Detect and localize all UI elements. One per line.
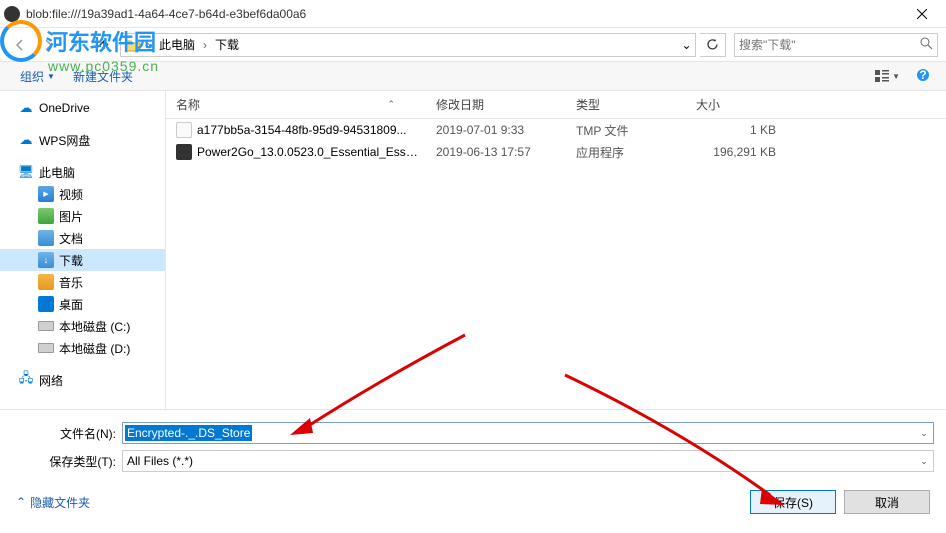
sidebar-network[interactable]: 🖧网络 — [0, 369, 165, 391]
sidebar-pictures[interactable]: 图片 — [0, 205, 165, 227]
organize-button[interactable]: 组织▼ — [12, 64, 63, 89]
cloud-icon: ☁ — [18, 100, 34, 116]
file-date: 2019-07-01 9:33 — [426, 123, 566, 137]
music-icon — [38, 274, 54, 290]
pc-icon: 🖥 — [18, 164, 34, 180]
sidebar-downloads[interactable]: 下载 — [0, 249, 165, 271]
nav-forward-button[interactable] — [36, 33, 60, 57]
video-icon — [38, 186, 54, 202]
disk-icon — [38, 318, 54, 334]
sidebar-onedrive[interactable]: ☁OneDrive — [0, 97, 165, 119]
download-icon — [38, 252, 54, 268]
file-size: 1 KB — [686, 123, 786, 137]
help-button[interactable]: ? — [912, 64, 934, 89]
file-type: 应用程序 — [566, 144, 686, 161]
file-date: 2019-06-13 17:57 — [426, 145, 566, 159]
filetype-value: All Files (*.*) — [123, 454, 197, 468]
breadcrumb[interactable]: › 此电脑 › 下载 ⌄ — [120, 33, 696, 57]
search-input[interactable] — [739, 38, 920, 52]
hide-folders-toggle[interactable]: ⌃ 隐藏文件夹 — [16, 494, 90, 511]
filename-combo[interactable]: Encrypted-._.DS_Store ⌄ — [122, 422, 934, 444]
sidebar: ☁OneDrive ☁WPS网盘 🖥此电脑 视频 图片 文档 下载 音乐 桌面 … — [0, 91, 166, 409]
new-folder-button[interactable]: 新建文件夹 — [65, 64, 141, 89]
column-name[interactable]: 名称⌃ — [166, 91, 426, 118]
file-row[interactable]: Power2Go_13.0.0523.0_Essential_Esse... 2… — [166, 141, 946, 163]
view-options-button[interactable]: ▼ — [871, 64, 904, 89]
chevron-right-icon[interactable]: › — [201, 38, 209, 52]
network-icon: 🖧 — [18, 372, 34, 388]
nav-up-button[interactable] — [92, 33, 116, 57]
app-icon — [4, 6, 20, 22]
nav-recent-dropdown[interactable]: ▼ — [64, 33, 88, 57]
document-icon — [38, 230, 54, 246]
file-list-header: 名称⌃ 修改日期 类型 大小 — [166, 91, 946, 119]
filetype-label: 保存类型(T): — [12, 453, 122, 470]
disk-icon — [38, 340, 54, 356]
chevron-right-icon[interactable]: › — [145, 38, 153, 52]
save-button[interactable]: 保存(S) — [750, 490, 836, 514]
desktop-icon — [38, 296, 54, 312]
column-date[interactable]: 修改日期 — [426, 91, 566, 118]
sidebar-desktop[interactable]: 桌面 — [0, 293, 165, 315]
sidebar-music[interactable]: 音乐 — [0, 271, 165, 293]
file-icon — [176, 122, 192, 138]
nav-back-button[interactable] — [8, 33, 32, 57]
crumb-thispc[interactable]: 此电脑 — [153, 34, 201, 56]
breadcrumb-history-dropdown[interactable]: ⌄ — [677, 38, 695, 52]
chevron-down-icon[interactable]: ⌄ — [915, 456, 933, 467]
picture-icon — [38, 208, 54, 224]
file-name: Power2Go_13.0.0523.0_Essential_Esse... — [197, 145, 426, 159]
sidebar-thispc[interactable]: 🖥此电脑 — [0, 161, 165, 183]
folder-icon — [123, 35, 143, 55]
sidebar-disk-c[interactable]: 本地磁盘 (C:) — [0, 315, 165, 337]
filename-input[interactable]: Encrypted-._.DS_Store — [125, 425, 252, 441]
search-icon[interactable] — [920, 37, 933, 53]
cloud-icon: ☁ — [18, 132, 34, 148]
column-size[interactable]: 大小 — [686, 91, 786, 118]
sidebar-videos[interactable]: 视频 — [0, 183, 165, 205]
cancel-button[interactable]: 取消 — [844, 490, 930, 514]
chevron-up-icon: ⌃ — [16, 495, 26, 509]
refresh-button[interactable] — [700, 33, 726, 57]
sidebar-disk-d[interactable]: 本地磁盘 (D:) — [0, 337, 165, 359]
chevron-down-icon[interactable]: ⌄ — [915, 428, 933, 439]
file-row[interactable]: a177bb5a-3154-48fb-95d9-94531809... 2019… — [166, 119, 946, 141]
file-name: a177bb5a-3154-48fb-95d9-94531809... — [197, 123, 426, 137]
file-icon — [176, 144, 192, 160]
sort-asc-icon: ⌃ — [387, 99, 395, 110]
search-box[interactable] — [734, 33, 938, 57]
file-list: 名称⌃ 修改日期 类型 大小 a177bb5a-3154-48fb-95d9-9… — [166, 91, 946, 409]
filetype-combo[interactable]: All Files (*.*) ⌄ — [122, 450, 934, 472]
close-button[interactable] — [902, 0, 942, 27]
svg-text:?: ? — [919, 68, 926, 82]
crumb-downloads[interactable]: 下载 — [209, 34, 245, 56]
file-size: 196,291 KB — [686, 145, 786, 159]
column-type[interactable]: 类型 — [566, 91, 686, 118]
sidebar-documents[interactable]: 文档 — [0, 227, 165, 249]
window-title: blob:file:///19a39ad1-4a64-4ce7-b64d-e3b… — [26, 7, 902, 21]
sidebar-wps[interactable]: ☁WPS网盘 — [0, 129, 165, 151]
file-type: TMP 文件 — [566, 122, 686, 139]
filename-label: 文件名(N): — [12, 425, 122, 442]
